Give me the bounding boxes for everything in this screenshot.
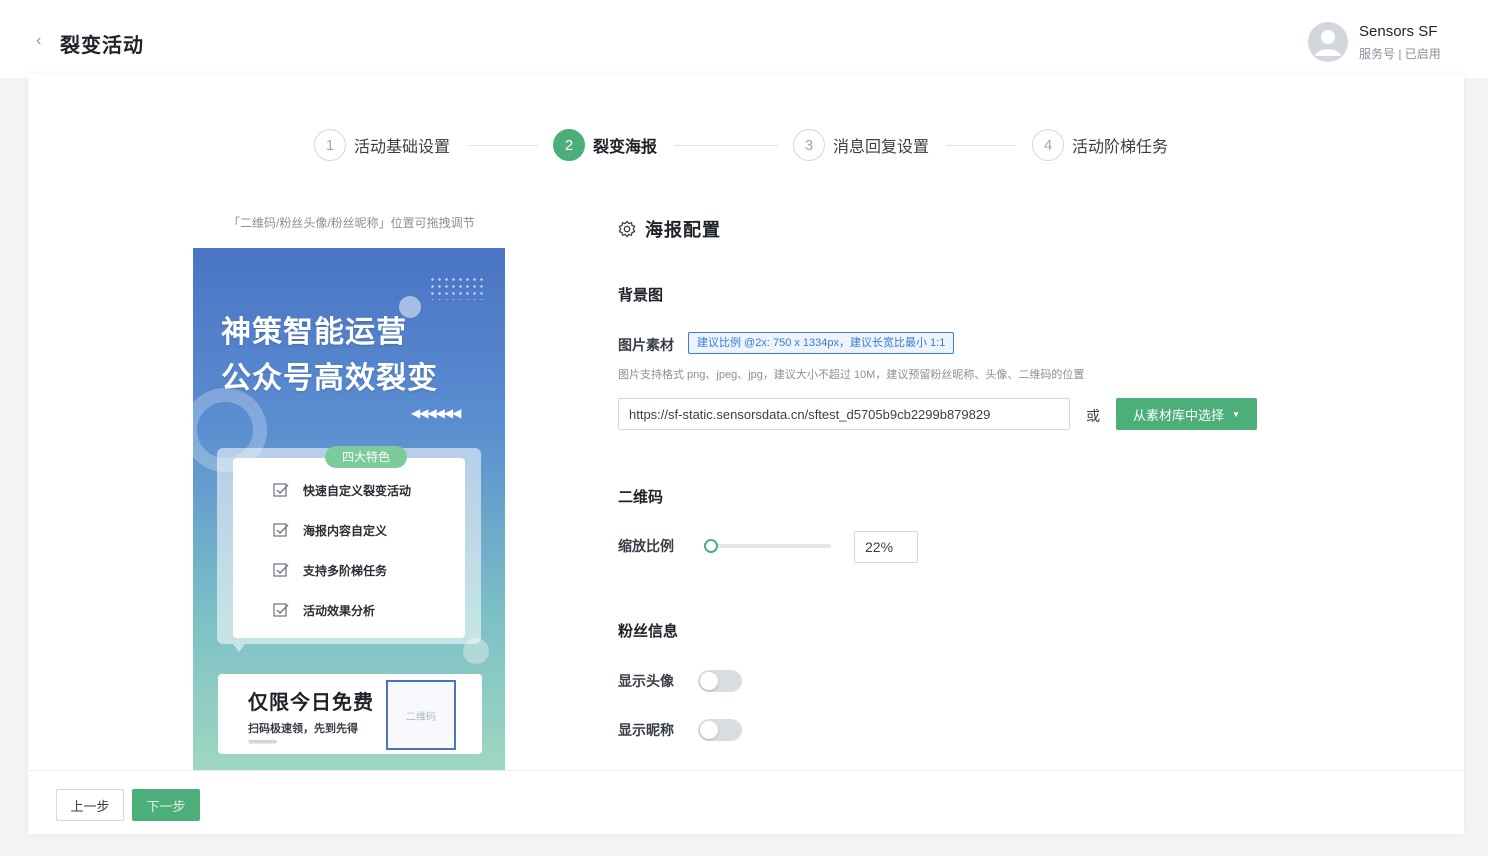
features-list: 四大特色 快速自定义裂变活动 海报内容自定义 支持多阶梯任务 活动效果分析 [233,446,465,638]
library-button-label: 从素材库中选择 [1133,407,1225,423]
previous-step-button[interactable]: 上一步 [56,789,124,821]
or-text: 或 [1086,408,1100,424]
checkbox-icon [273,483,289,497]
step-number: 4 [1032,129,1064,161]
checkbox-icon [273,603,289,617]
next-step-button[interactable]: 下一步 [132,789,200,821]
step-number: 3 [793,129,825,161]
scale-label: 缩放比例 [618,538,674,554]
features-panel: 四大特色 快速自定义裂变活动 海报内容自定义 支持多阶梯任务 活动效果分析 [217,446,481,644]
show-nickname-label: 显示昵称 [618,722,674,738]
step-indicator: 1 活动基础设置 2 裂变海报 3 消息回复设置 4 活动阶梯任务 [28,74,1464,214]
speech-tail [233,644,245,652]
scale-percent-input[interactable] [854,531,918,563]
feature-label: 活动效果分析 [303,603,376,618]
chevron-down-icon: ▼ [1232,409,1240,419]
account-status: 服务号 | 已启用 [1359,47,1441,61]
free-title: 仅限今日免费 [248,692,374,714]
headline-line-2: 公众号高效裂变 [221,362,438,395]
page-title: 裂变活动 [60,35,144,57]
toggle-knob [700,672,718,690]
step-connector [674,145,778,146]
step-number: 2 [553,129,585,161]
select-from-library-button[interactable]: 从素材库中选择 ▼ [1116,398,1257,430]
feature-item: 快速自定义裂变活动 [273,480,411,500]
step-connector [468,145,538,146]
decorative-dots [429,276,487,300]
feature-item: 海报内容自定义 [273,520,387,540]
chevron-left-icon[interactable]: ‹ [36,32,50,50]
features-badge: 四大特色 [325,446,407,468]
step-4[interactable]: 4 活动阶梯任务 [1032,128,1168,162]
feature-label: 海报内容自定义 [303,523,388,538]
free-offer-box: 仅限今日免费 扫码极速领，先到先得 ›››››››››››››› 二维码 [218,674,482,754]
feature-item: 活动效果分析 [273,600,375,620]
feature-item: 支持多阶梯任务 [273,560,387,580]
poster-preview[interactable]: 神策智能运营 公众号高效裂变 ◀◀◀◀◀◀ 四大特色 快速自定义裂变活动 海报内… [193,248,505,772]
user-avatar-icon [1308,22,1348,62]
section-title: 海报配置 [618,216,721,242]
step-label: 活动阶梯任务 [1072,139,1169,156]
slider-handle[interactable] [704,539,718,553]
step-label: 消息回复设置 [833,139,930,156]
step-label: 裂变海报 [593,139,658,156]
show-avatar-toggle[interactable] [698,670,742,692]
qr-code-placeholder[interactable]: 二维码 [386,680,456,750]
main-card: 1 活动基础设置 2 裂变海报 3 消息回复设置 4 活动阶梯任务 「二维码/粉… [28,74,1464,834]
step-number: 1 [314,129,346,161]
section-title-text: 海报配置 [645,220,721,240]
checkbox-icon [273,523,289,537]
gear-icon [618,220,636,238]
material-label: 图片素材 [618,337,674,353]
qrcode-heading: 二维码 [618,489,664,506]
user-account[interactable]: Sensors SF 服务号 | 已启用 [1308,20,1478,64]
drag-hint: 「二维码/粉丝头像/粉丝昵称」位置可拖拽调节 [228,216,475,230]
free-subtitle: 扫码极速领，先到先得 [248,723,358,735]
step-3[interactable]: 3 消息回复设置 [793,128,929,162]
toggle-knob [700,721,718,739]
ratio-tip: 建议比例 @2x: 750 x 1334px，建议长宽比最小 1:1 [688,332,955,354]
poster-headline: 神策智能运营 公众号高效裂变 [221,310,438,402]
step-label: 活动基础设置 [354,139,451,156]
format-help-text: 图片支持格式 png、jpeg、jpg，建议大小不超过 10M，建议预留粉丝昵称… [618,369,1085,381]
top-header: ‹ 裂变活动 Sensors SF 服务号 | 已启用 [0,0,1488,78]
image-url-input[interactable] [618,398,1070,430]
background-heading: 背景图 [618,287,664,304]
fan-info-heading: 粉丝信息 [618,623,679,640]
feature-label: 快速自定义裂变活动 [303,483,412,498]
footer-bar: 上一步 下一步 [28,770,1464,834]
arrows-decoration: ›››››››››››››› [248,736,277,746]
arrows-decoration: ◀◀◀◀◀◀ [411,406,461,420]
headline-line-1: 神策智能运营 [221,316,407,349]
user-name: Sensors SF [1359,23,1438,40]
step-1[interactable]: 1 活动基础设置 [314,128,450,162]
step-2[interactable]: 2 裂变海报 [553,128,657,162]
show-avatar-label: 显示头像 [618,673,674,689]
feature-label: 支持多阶梯任务 [303,563,388,578]
checkbox-icon [273,563,289,577]
step-connector [946,145,1016,146]
show-nickname-toggle[interactable] [698,719,742,741]
scale-slider[interactable] [704,539,831,553]
